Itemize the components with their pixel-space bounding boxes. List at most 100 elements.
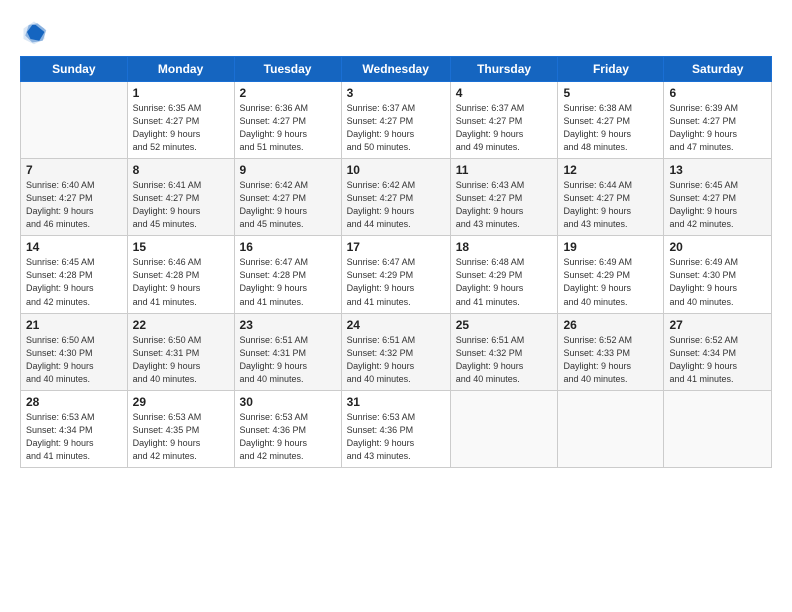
day-info: Sunrise: 6:40 AM Sunset: 4:27 PM Dayligh… [26, 179, 122, 231]
day-header-tuesday: Tuesday [234, 57, 341, 82]
day-number: 25 [456, 318, 553, 332]
day-info: Sunrise: 6:43 AM Sunset: 4:27 PM Dayligh… [456, 179, 553, 231]
day-info: Sunrise: 6:45 AM Sunset: 4:27 PM Dayligh… [669, 179, 766, 231]
calendar-header: SundayMondayTuesdayWednesdayThursdayFrid… [21, 57, 772, 82]
day-info: Sunrise: 6:50 AM Sunset: 4:30 PM Dayligh… [26, 334, 122, 386]
day-cell: 6 Sunrise: 6:39 AM Sunset: 4:27 PM Daylig… [664, 82, 772, 159]
day-header-wednesday: Wednesday [341, 57, 450, 82]
day-info: Sunrise: 6:46 AM Sunset: 4:28 PM Dayligh… [133, 256, 229, 308]
day-cell [558, 390, 664, 467]
day-cell: 17Sunrise: 6:47 AM Sunset: 4:29 PM Dayli… [341, 236, 450, 313]
day-number: 21 [26, 318, 122, 332]
day-cell: 29Sunrise: 6:53 AM Sunset: 4:35 PM Dayli… [127, 390, 234, 467]
day-cell: 10 Sunrise: 6:42 AM Sunset: 4:27 PM Dayli… [341, 159, 450, 236]
day-cell: 22 Sunrise: 6:50 AM Sunset: 4:31 PM Dayli… [127, 313, 234, 390]
day-number: 6 [669, 86, 766, 100]
day-info: Sunrise: 6:39 AM Sunset: 4:27 PM Dayligh… [669, 102, 766, 154]
day-number: 27 [669, 318, 766, 332]
day-number: 11 [456, 163, 553, 177]
day-info: Sunrise: 6:53 AM Sunset: 4:36 PM Dayligh… [240, 411, 336, 463]
day-cell: 12 Sunrise: 6:44 AM Sunset: 4:27 PM Dayli… [558, 159, 664, 236]
header-row: SundayMondayTuesdayWednesdayThursdayFrid… [21, 57, 772, 82]
logo-icon [20, 18, 48, 46]
day-info: Sunrise: 6:53 AM Sunset: 4:36 PM Dayligh… [347, 411, 445, 463]
day-cell: 23Sunrise: 6:51 AM Sunset: 4:31 PM Dayli… [234, 313, 341, 390]
day-number: 23 [240, 318, 336, 332]
day-number: 26 [563, 318, 658, 332]
day-cell: 7 Sunrise: 6:40 AM Sunset: 4:27 PM Daylig… [21, 159, 128, 236]
week-row-1: 1Sunrise: 6:35 AM Sunset: 4:27 PM Daylig… [21, 82, 772, 159]
week-row-3: 14 Sunrise: 6:45 AM Sunset: 4:28 PM Dayli… [21, 236, 772, 313]
day-number: 4 [456, 86, 553, 100]
day-number: 22 [133, 318, 229, 332]
day-info: Sunrise: 6:47 AM Sunset: 4:28 PM Dayligh… [240, 256, 336, 308]
day-number: 15 [133, 240, 229, 254]
logo [20, 18, 52, 46]
day-info: Sunrise: 6:49 AM Sunset: 4:29 PM Dayligh… [563, 256, 658, 308]
day-number: 29 [133, 395, 229, 409]
day-number: 17 [347, 240, 445, 254]
day-cell: 31 Sunrise: 6:53 AM Sunset: 4:36 PM Dayli… [341, 390, 450, 467]
day-cell: 20 Sunrise: 6:49 AM Sunset: 4:30 PM Dayli… [664, 236, 772, 313]
day-cell: 5 Sunrise: 6:38 AM Sunset: 4:27 PM Daylig… [558, 82, 664, 159]
day-cell: 19 Sunrise: 6:49 AM Sunset: 4:29 PM Dayli… [558, 236, 664, 313]
day-cell: 30 Sunrise: 6:53 AM Sunset: 4:36 PM Dayli… [234, 390, 341, 467]
day-cell: 21 Sunrise: 6:50 AM Sunset: 4:30 PM Dayli… [21, 313, 128, 390]
day-info: Sunrise: 6:49 AM Sunset: 4:30 PM Dayligh… [669, 256, 766, 308]
calendar-body: 1Sunrise: 6:35 AM Sunset: 4:27 PM Daylig… [21, 82, 772, 468]
day-info: Sunrise: 6:50 AM Sunset: 4:31 PM Dayligh… [133, 334, 229, 386]
header [20, 18, 772, 46]
day-info: Sunrise: 6:36 AM Sunset: 4:27 PM Dayligh… [240, 102, 336, 154]
day-info: Sunrise: 6:44 AM Sunset: 4:27 PM Dayligh… [563, 179, 658, 231]
day-number: 5 [563, 86, 658, 100]
day-number: 20 [669, 240, 766, 254]
day-number: 28 [26, 395, 122, 409]
day-cell: 9 Sunrise: 6:42 AM Sunset: 4:27 PM Daylig… [234, 159, 341, 236]
day-number: 8 [133, 163, 229, 177]
page: SundayMondayTuesdayWednesdayThursdayFrid… [0, 0, 792, 612]
day-number: 24 [347, 318, 445, 332]
day-cell: 24 Sunrise: 6:51 AM Sunset: 4:32 PM Dayli… [341, 313, 450, 390]
day-number: 30 [240, 395, 336, 409]
day-info: Sunrise: 6:41 AM Sunset: 4:27 PM Dayligh… [133, 179, 229, 231]
day-number: 3 [347, 86, 445, 100]
day-info: Sunrise: 6:52 AM Sunset: 4:33 PM Dayligh… [563, 334, 658, 386]
day-cell: 1Sunrise: 6:35 AM Sunset: 4:27 PM Daylig… [127, 82, 234, 159]
day-cell: 2Sunrise: 6:36 AM Sunset: 4:27 PM Daylig… [234, 82, 341, 159]
day-number: 19 [563, 240, 658, 254]
day-info: Sunrise: 6:38 AM Sunset: 4:27 PM Dayligh… [563, 102, 658, 154]
day-info: Sunrise: 6:42 AM Sunset: 4:27 PM Dayligh… [347, 179, 445, 231]
day-number: 31 [347, 395, 445, 409]
day-cell [450, 390, 558, 467]
day-header-monday: Monday [127, 57, 234, 82]
week-row-4: 21 Sunrise: 6:50 AM Sunset: 4:30 PM Dayli… [21, 313, 772, 390]
day-number: 14 [26, 240, 122, 254]
day-info: Sunrise: 6:51 AM Sunset: 4:32 PM Dayligh… [347, 334, 445, 386]
day-cell: 4Sunrise: 6:37 AM Sunset: 4:27 PM Daylig… [450, 82, 558, 159]
day-number: 13 [669, 163, 766, 177]
day-header-friday: Friday [558, 57, 664, 82]
day-info: Sunrise: 6:42 AM Sunset: 4:27 PM Dayligh… [240, 179, 336, 231]
day-header-thursday: Thursday [450, 57, 558, 82]
day-cell: 18 Sunrise: 6:48 AM Sunset: 4:29 PM Dayli… [450, 236, 558, 313]
day-cell: 3 Sunrise: 6:37 AM Sunset: 4:27 PM Daylig… [341, 82, 450, 159]
day-number: 10 [347, 163, 445, 177]
day-info: Sunrise: 6:37 AM Sunset: 4:27 PM Dayligh… [347, 102, 445, 154]
day-number: 12 [563, 163, 658, 177]
day-info: Sunrise: 6:51 AM Sunset: 4:32 PM Dayligh… [456, 334, 553, 386]
day-header-saturday: Saturday [664, 57, 772, 82]
day-info: Sunrise: 6:35 AM Sunset: 4:27 PM Dayligh… [133, 102, 229, 154]
calendar-table: SundayMondayTuesdayWednesdayThursdayFrid… [20, 56, 772, 468]
day-cell: 8 Sunrise: 6:41 AM Sunset: 4:27 PM Daylig… [127, 159, 234, 236]
day-info: Sunrise: 6:45 AM Sunset: 4:28 PM Dayligh… [26, 256, 122, 308]
day-cell: 27 Sunrise: 6:52 AM Sunset: 4:34 PM Dayli… [664, 313, 772, 390]
day-info: Sunrise: 6:48 AM Sunset: 4:29 PM Dayligh… [456, 256, 553, 308]
day-cell: 25 Sunrise: 6:51 AM Sunset: 4:32 PM Dayli… [450, 313, 558, 390]
day-number: 9 [240, 163, 336, 177]
day-header-sunday: Sunday [21, 57, 128, 82]
day-number: 7 [26, 163, 122, 177]
day-info: Sunrise: 6:52 AM Sunset: 4:34 PM Dayligh… [669, 334, 766, 386]
day-number: 16 [240, 240, 336, 254]
day-cell: 16 Sunrise: 6:47 AM Sunset: 4:28 PM Dayli… [234, 236, 341, 313]
day-number: 18 [456, 240, 553, 254]
